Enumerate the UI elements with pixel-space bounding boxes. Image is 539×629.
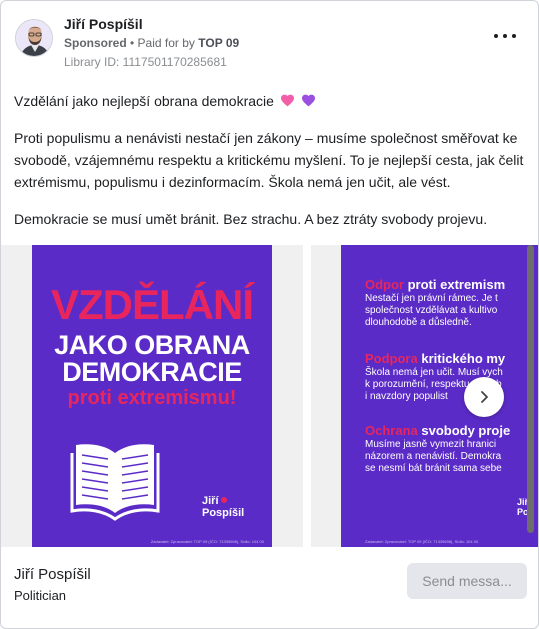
purple-heart-icon	[301, 94, 315, 107]
open-book-icon	[70, 444, 160, 521]
poster-logo: Jiří Pospíšil	[202, 495, 245, 519]
more-horizontal-icon[interactable]	[494, 29, 516, 43]
poster2-block-3: Ochrana svobody proje Musíme jasně vymez…	[365, 423, 511, 474]
post-text: Vzdělání jako nejlepší obrana demokracie…	[14, 90, 526, 230]
poster-title: VZDĚLÁNÍ	[51, 281, 254, 328]
avatar[interactable]	[15, 19, 53, 57]
paid-for-prefix: • Paid for by	[126, 36, 199, 50]
scrollbar[interactable]	[526, 245, 534, 535]
send-message-button[interactable]: Send messa...	[407, 563, 527, 599]
carousel-slide-1[interactable]: VZDĚLÁNÍ JAKO OBRANA DEMOKRACIE proti ex…	[1, 245, 303, 547]
poster-fine-print: Zadavatel: Zpracovatel: TOP 09 (IČO: 713…	[150, 539, 264, 544]
poster-2: Odpor proti extremism Nestačí jen právní…	[341, 245, 538, 547]
carousel-slide-2[interactable]: Odpor proti extremism Nestačí jen právní…	[311, 245, 538, 547]
poster2-fine-print: Zadavatel: Zpracovatel: TOP 09 (IČO: 713…	[365, 539, 479, 544]
post-text-para2: Proti populismu a nenávisti nestačí jen …	[14, 130, 524, 190]
poster-1: VZDĚLÁNÍ JAKO OBRANA DEMOKRACIE proti ex…	[32, 245, 272, 547]
poster-line-2: JAKO OBRANA	[54, 330, 250, 360]
poster-line-4: proti extremismu!	[67, 387, 237, 409]
library-id: Library ID: 1117501170285681	[64, 55, 227, 69]
paid-for-by: TOP 09	[198, 36, 240, 50]
sponsored-meta: Sponsored • Paid for by TOP 09	[64, 36, 239, 50]
logo-dot-icon	[220, 497, 227, 503]
author-name[interactable]: Jiří Pospíšil	[64, 16, 143, 32]
post-text-para3: Demokracie se musí umět bránit. Bez stra…	[14, 211, 488, 227]
poster2-block-2: Podpora kritického my Škola nemá jen uči…	[365, 351, 506, 402]
scrollbar-thumb[interactable]	[527, 245, 534, 533]
pink-heart-icon	[280, 94, 294, 107]
carousel-next-button[interactable]	[464, 377, 504, 417]
post-header: Jiří Pospíšil Sponsored • Paid for by TO…	[1, 1, 538, 79]
footer-page-name[interactable]: Jiří Pospíšil	[14, 566, 91, 583]
footer-page-category: Politician	[14, 588, 67, 603]
image-carousel[interactable]: VZDĚLÁNÍ JAKO OBRANA DEMOKRACIE proti ex…	[1, 245, 538, 547]
poster2-block-1: Odpor proti extremism Nestačí jen právní…	[365, 277, 506, 328]
poster-line-3: DEMOKRACIE	[62, 357, 242, 387]
sponsored-label: Sponsored	[64, 36, 127, 50]
ad-card: Jiří Pospíšil Sponsored • Paid for by TO…	[0, 0, 539, 629]
chevron-right-icon	[481, 391, 488, 403]
post-text-line1: Vzdělání jako nejlepší obrana demokracie	[14, 90, 526, 112]
